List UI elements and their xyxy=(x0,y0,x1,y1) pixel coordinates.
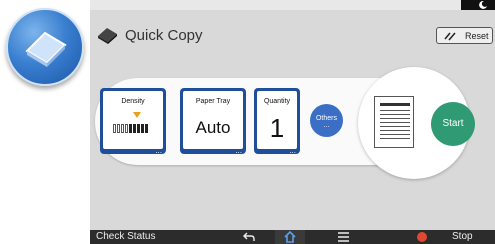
others-dots: ... xyxy=(323,122,330,129)
paper-tray-value: Auto xyxy=(195,118,231,137)
quick-copy-app-icon[interactable] xyxy=(6,8,84,86)
copy-icon xyxy=(98,28,117,44)
paper-tray-label: Paper Tray xyxy=(195,98,231,105)
home-button[interactable] xyxy=(275,230,305,244)
others-label: Others xyxy=(315,115,337,122)
more-marker: ... xyxy=(155,146,162,155)
document-preview-icon xyxy=(374,96,414,148)
moon-icon xyxy=(479,1,487,9)
quantity-tile[interactable]: Quantity 1 ... xyxy=(254,88,300,155)
energy-saver-button[interactable] xyxy=(461,0,495,10)
quantity-value: 1 xyxy=(269,113,285,143)
check-status-button[interactable]: Check Status xyxy=(96,231,155,242)
copy-panel: Quick Copy Reset Density ... Paper Tray … xyxy=(90,0,495,230)
density-indicator-icon xyxy=(133,112,141,118)
more-marker: ... xyxy=(289,146,296,155)
reset-icon xyxy=(444,32,456,41)
start-button[interactable]: Start xyxy=(431,102,475,146)
quantity-label: Quantity xyxy=(263,98,291,105)
menu-icon[interactable] xyxy=(338,232,349,242)
bottom-bar: Check Status Stop xyxy=(90,230,495,244)
status-strip xyxy=(90,0,495,10)
stop-button[interactable]: Stop xyxy=(452,231,473,242)
home-icon xyxy=(284,231,296,243)
more-marker: ... xyxy=(235,146,242,155)
density-tile[interactable]: Density ... xyxy=(100,88,166,155)
page-title: Quick Copy xyxy=(125,27,203,44)
paper-tray-tile[interactable]: Paper Tray Auto ... xyxy=(180,88,246,155)
back-icon[interactable] xyxy=(243,232,255,242)
others-button[interactable]: Others ... xyxy=(310,104,343,137)
density-label: Density xyxy=(121,98,145,105)
reset-label: Reset xyxy=(465,31,489,41)
density-scale xyxy=(113,124,148,133)
reset-button[interactable]: Reset xyxy=(436,27,493,44)
stop-icon[interactable] xyxy=(417,232,427,242)
